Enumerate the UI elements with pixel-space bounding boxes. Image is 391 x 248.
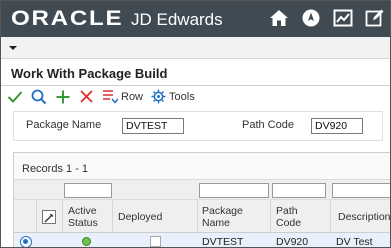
filter-panel: Package Name Path Code [13,111,383,141]
table-row[interactable]: DVTEST DV920 DV Test [14,233,390,248]
column-divider [330,200,331,234]
menu-strip [1,37,390,59]
cell-description: DV Test [336,236,373,248]
qbe-package-name-input[interactable] [199,183,269,198]
column-header-path-code[interactable]: Path Code [276,205,306,229]
package-name-label: Package Name [26,119,102,131]
active-status-indicator [82,237,91,246]
deployed-checkbox[interactable] [150,236,161,247]
qbe-active-status-input[interactable] [64,183,112,198]
jd-edwards-logo-text: JD Edwards [131,10,223,29]
find-button[interactable] [31,88,47,106]
select-button[interactable] [7,88,23,106]
column-divider [36,200,37,234]
menu-dropdown-icon[interactable] [9,46,17,50]
column-divider [112,200,113,234]
column-divider [197,200,198,234]
row-icon [103,90,118,104]
column-settings-icon[interactable] [42,210,56,224]
qbe-path-code-input[interactable] [272,183,326,198]
gear-icon [151,89,166,104]
package-name-input[interactable] [122,118,184,134]
header-icon-bar [268,7,386,29]
column-divider [62,200,63,234]
plus-icon [56,90,70,103]
tools-menu-button[interactable]: Tools [151,88,195,106]
package-grid: Records 1 - 1 Active Status Deployed Pac… [13,152,390,248]
tools-menu-label: Tools [169,90,195,103]
search-icon [31,89,47,104]
path-code-label: Path Code [242,119,294,131]
column-header-active-status[interactable]: Active Status [68,205,108,229]
row-select-radio[interactable] [20,236,32,247]
column-header-package-name[interactable]: Package Name [202,205,252,229]
qbe-description-input[interactable] [332,183,390,198]
column-header-row: Active Status Deployed Package Name Path… [14,199,390,234]
delete-button[interactable] [79,88,94,106]
query-by-example-row [14,179,390,199]
column-header-description[interactable]: Description [338,211,390,223]
home-icon[interactable] [268,7,290,29]
column-divider [270,200,271,234]
edit-icon[interactable] [364,7,386,29]
reports-icon[interactable] [332,7,354,29]
form-toolbar: Row Tools [1,85,390,107]
oracle-jde-logo: ORACLE JD Edwards [11,7,223,31]
app-header: ORACLE JD Edwards [1,1,390,37]
add-button[interactable] [55,88,71,106]
row-menu-button[interactable]: Row [102,88,143,106]
form-title: Work With Package Build [11,66,168,81]
cell-path-code: DV920 [276,236,309,248]
path-code-input[interactable] [311,118,363,134]
row-menu-label: Row [121,90,144,103]
navigator-icon[interactable] [300,7,322,29]
application-window: ORACLE JD Edwards Work With Package Buil… [0,0,391,248]
close-icon [80,90,93,103]
cell-package-name: DVTEST [202,236,244,248]
records-count: Records 1 - 1 [22,163,89,175]
oracle-logo-text: ORACLE [11,7,124,30]
column-header-deployed[interactable]: Deployed [118,211,162,223]
checkmark-icon [7,90,23,103]
